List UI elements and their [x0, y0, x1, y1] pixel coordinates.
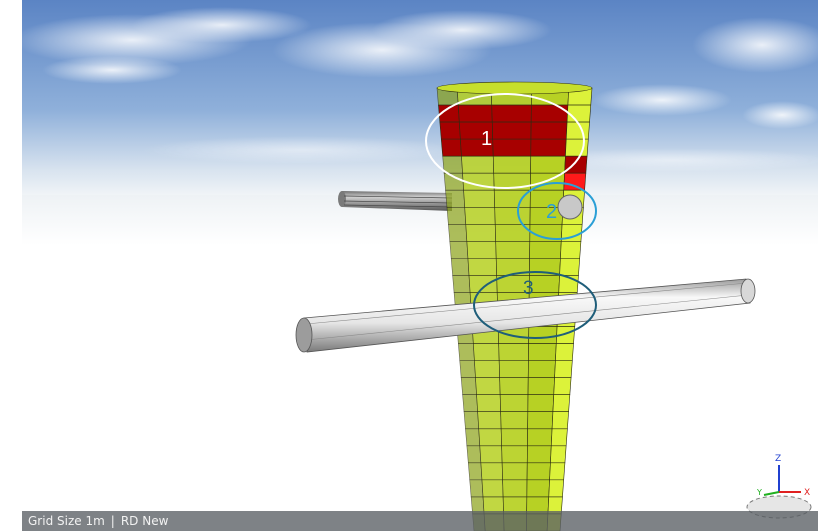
shaft-cell: [474, 360, 500, 378]
x-axis-label: X: [804, 488, 810, 498]
shaft-cell: [527, 428, 553, 447]
shaft-cell: [479, 445, 503, 464]
shaft-cell: [466, 445, 482, 464]
ground: [22, 195, 818, 531]
shaft-cell: [498, 343, 529, 361]
shaft-cell: [440, 138, 462, 157]
bolt-marker: [557, 194, 583, 220]
shaft-cell: [528, 343, 557, 361]
shaft-cell: [462, 394, 478, 413]
shaft-cell: [477, 411, 502, 430]
shaft-cell: [459, 360, 476, 378]
shaft-cell: [473, 343, 500, 361]
shaft-cell: [463, 411, 480, 430]
shaft-cell: [498, 360, 529, 378]
annotation-2-label: 2: [546, 201, 557, 223]
shaft-cell: [478, 428, 502, 447]
y-axis-label: Y: [756, 488, 762, 497]
shaft-cell: [449, 241, 469, 259]
shaft-cell: [554, 360, 573, 378]
shaft-cell: [465, 428, 481, 447]
annotation-3-label: 3: [523, 278, 534, 299]
3d-scene[interactable]: 1 2 3 Z X Y: [22, 0, 818, 531]
shaft-cell: [475, 377, 501, 395]
shaft-cell: [467, 258, 497, 276]
shaft-cell: [465, 224, 497, 242]
shaft-cell: [549, 462, 566, 481]
z-axis-label: Z: [775, 454, 781, 464]
shaft-cell: [548, 479, 565, 498]
shaft-cell: [560, 241, 582, 259]
shaft-cell: [499, 377, 529, 395]
shaft-cell: [491, 121, 532, 140]
shaft-cell: [552, 394, 571, 413]
shaft-cell: [450, 258, 470, 276]
shaft-cell: [500, 428, 528, 447]
status-bar: Grid Size 1m | RD New: [22, 511, 818, 531]
shaft-cell: [452, 275, 471, 293]
shaft-cell: [528, 275, 560, 293]
shaft-cell: [480, 462, 503, 481]
shaft-cell: [466, 241, 497, 259]
shaft-cell: [500, 411, 529, 430]
shaft-cell: [476, 394, 501, 413]
shaft-cell: [461, 155, 495, 174]
shaft-cell: [501, 462, 528, 481]
shaft-cell: [530, 138, 567, 157]
shaft-cell: [559, 258, 581, 276]
shaft-cell: [458, 343, 475, 361]
shaft-cell: [551, 411, 569, 430]
shaft-cell: [526, 479, 550, 498]
shaft-cell: [491, 104, 532, 123]
shaft-cell: [448, 224, 468, 242]
shaft-cell: [464, 206, 496, 225]
shaft-cell: [527, 411, 554, 430]
grid-size-text: Grid Size 1m: [28, 514, 105, 528]
shaft-cell: [460, 377, 477, 395]
shaft-cell: [492, 155, 532, 174]
shaft-cell: [527, 394, 555, 413]
shaft-cell: [442, 155, 463, 174]
shaft-cell: [495, 241, 531, 259]
shaft-cell: [530, 155, 566, 174]
shaft-top-cap: [436, 81, 593, 95]
shaft-cell: [527, 377, 555, 395]
shaft-cell: [481, 479, 504, 498]
shaft-cell: [563, 172, 587, 191]
shaft-cell: [550, 428, 568, 447]
shaft-cell: [468, 275, 498, 293]
status-separator: |: [110, 514, 115, 528]
shaft-cell: [565, 121, 590, 140]
shaft-cell: [493, 189, 531, 208]
shaft-cell: [446, 206, 467, 225]
shaft-cell: [550, 445, 567, 464]
shaft-cell: [467, 462, 483, 481]
shaft-cell: [526, 462, 551, 481]
shaft-cell: [439, 121, 461, 140]
shaft-cell: [527, 360, 556, 378]
shaft-cell: [502, 479, 528, 498]
shaft-cell: [528, 326, 558, 344]
3d-viewport[interactable]: 1 2 3 Z X Y Grid Size 1m | RD New: [22, 0, 818, 531]
shaft-cell: [501, 445, 528, 464]
shaft-cell: [445, 189, 466, 208]
shaft-cell: [530, 121, 568, 140]
shaft-cell: [463, 189, 496, 208]
shaft-cell: [469, 479, 484, 498]
crs-text: RD New: [120, 514, 169, 528]
shaft-cell: [526, 445, 552, 464]
shaft-cell: [499, 394, 529, 413]
shaft-cell: [494, 206, 531, 225]
shaft-cell: [555, 343, 574, 361]
shaft-cell: [492, 138, 532, 157]
annotation-1-label: 1: [481, 128, 492, 150]
shaft-cell: [553, 377, 572, 395]
shaft-cell: [529, 241, 562, 259]
shaft-cell: [457, 104, 493, 123]
